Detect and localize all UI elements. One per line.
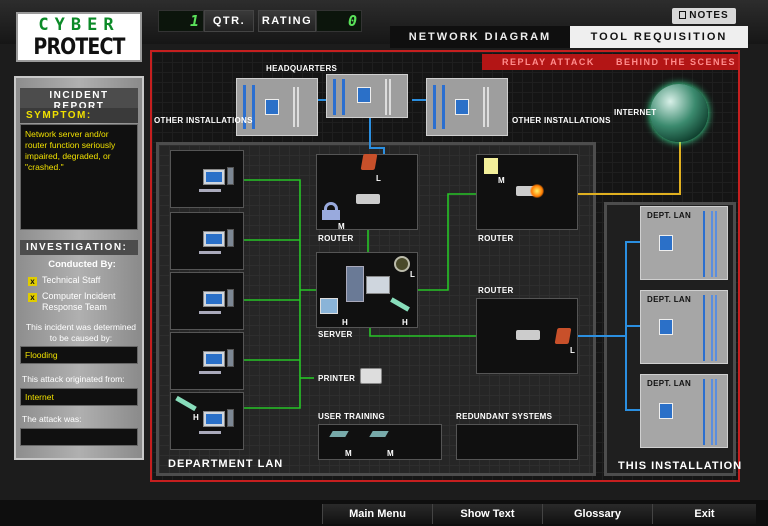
- monitor-icon: [203, 169, 225, 185]
- cpu-icon: [227, 349, 234, 367]
- computer-icon: [703, 211, 717, 277]
- training-tool-m1: M: [345, 449, 352, 458]
- cpu-icon: [227, 167, 234, 185]
- redundant-systems-box[interactable]: [456, 424, 578, 460]
- computer-icon: [383, 79, 391, 115]
- keyboard-icon: [199, 251, 221, 254]
- headquarters-node[interactable]: [326, 74, 408, 118]
- pc-tool-h: H: [193, 413, 200, 422]
- monitor-icon: [203, 411, 225, 427]
- dept-lan-node-3[interactable]: DEPT. LAN: [640, 374, 728, 448]
- lock-tool-m: M: [338, 222, 345, 231]
- dept-pc-2[interactable]: [170, 212, 244, 270]
- printer-label: PRINTER: [318, 374, 356, 383]
- cpu-icon: [227, 229, 234, 247]
- keyboard-icon: [199, 431, 221, 434]
- router-bottom-label: ROUTER: [478, 286, 514, 295]
- lock-body-icon: [322, 210, 340, 220]
- server-icon: [659, 235, 673, 251]
- monitor-icon: [203, 231, 225, 247]
- dept-lan-label-3: DEPT. LAN: [647, 379, 692, 388]
- other-installation-left-node[interactable]: [236, 78, 318, 136]
- printer-icon[interactable]: [360, 368, 382, 384]
- glossary-button[interactable]: Glossary: [542, 504, 652, 524]
- globe-icon[interactable]: [650, 84, 708, 142]
- dept-lan-label-1: DEPT. LAN: [647, 211, 692, 220]
- server-icon: [265, 99, 279, 115]
- server-icon: [455, 99, 469, 115]
- show-text-button[interactable]: Show Text: [432, 504, 542, 524]
- computer-icon: [433, 85, 445, 129]
- headquarters-label: HEADQUARTERS: [266, 64, 338, 73]
- other-installation-right-node[interactable]: [426, 78, 508, 136]
- other-installations-left-label: OTHER INSTALLATIONS: [154, 116, 253, 125]
- router-icon: [516, 330, 540, 340]
- server-icon: [659, 403, 673, 419]
- dept-pc-4[interactable]: [170, 332, 244, 390]
- router-bottom-tool-l: L: [570, 346, 576, 355]
- monitor-icon: [203, 291, 225, 307]
- monitor-icon: [203, 351, 225, 367]
- this-installation-label: THIS INSTALLATION: [618, 460, 743, 472]
- note-tool-icon[interactable]: [484, 158, 498, 174]
- server-icon: [357, 87, 371, 103]
- router-right-label: ROUTER: [478, 234, 514, 243]
- server-tool-h: H: [342, 318, 349, 327]
- note-tool-m: M: [498, 176, 505, 185]
- firewall-tool-icon[interactable]: [554, 328, 572, 344]
- computer-icon: [703, 379, 717, 445]
- link-install-3: [625, 336, 640, 411]
- redundant-systems-label: REDUNDANT SYSTEMS: [456, 412, 553, 421]
- router-left-tool-l: L: [376, 174, 382, 183]
- user-training-box[interactable]: M M: [318, 424, 442, 460]
- server-icon: [659, 319, 673, 335]
- keyboard-icon: [199, 189, 221, 192]
- dept-lan-node-1[interactable]: DEPT. LAN: [640, 206, 728, 280]
- internet-label: INTERNET: [614, 108, 657, 117]
- keyboard-icon: [199, 311, 221, 314]
- keyboard-icon: [199, 371, 221, 374]
- cpu-icon: [227, 409, 234, 427]
- patch-tool-icon[interactable]: [320, 298, 338, 314]
- cpu-icon: [227, 289, 234, 307]
- computer-icon: [291, 87, 299, 127]
- training-tool-m2: M: [387, 449, 394, 458]
- dept-pc-3[interactable]: [170, 272, 244, 330]
- computer-icon: [703, 295, 717, 361]
- attack-burst-icon: [530, 184, 544, 198]
- link-dept-bus: [244, 179, 301, 409]
- user-training-label: USER TRAINING: [318, 412, 386, 421]
- server-tower-icon: [346, 266, 364, 302]
- dept-pc-1[interactable]: [170, 150, 244, 208]
- other-installations-right-label: OTHER INSTALLATIONS: [512, 116, 611, 125]
- server-tool-l: L: [410, 270, 416, 279]
- main-menu-button[interactable]: Main Menu: [322, 504, 432, 524]
- computer-icon: [481, 87, 489, 127]
- server-label: SERVER: [318, 330, 353, 339]
- dept-lan-node-2[interactable]: DEPT. LAN: [640, 290, 728, 364]
- dept-lan-label-2: DEPT. LAN: [647, 295, 692, 304]
- firewall-tool-icon[interactable]: [360, 154, 378, 170]
- antivirus-tool-icon[interactable]: [175, 395, 197, 412]
- training-tool-icon: [329, 431, 349, 437]
- exit-button[interactable]: Exit: [652, 504, 756, 524]
- router-left-label: ROUTER: [318, 234, 354, 243]
- server-monitor-icon: [366, 276, 390, 294]
- router-icon: [356, 194, 380, 204]
- dept-pc-5[interactable]: H: [170, 392, 244, 450]
- scanner-tool-icon[interactable]: [394, 256, 410, 272]
- server-tool-h2: H: [402, 318, 409, 327]
- computer-icon: [333, 79, 345, 115]
- training-tool-icon: [369, 431, 389, 437]
- department-lan-label: DEPARTMENT LAN: [168, 458, 284, 470]
